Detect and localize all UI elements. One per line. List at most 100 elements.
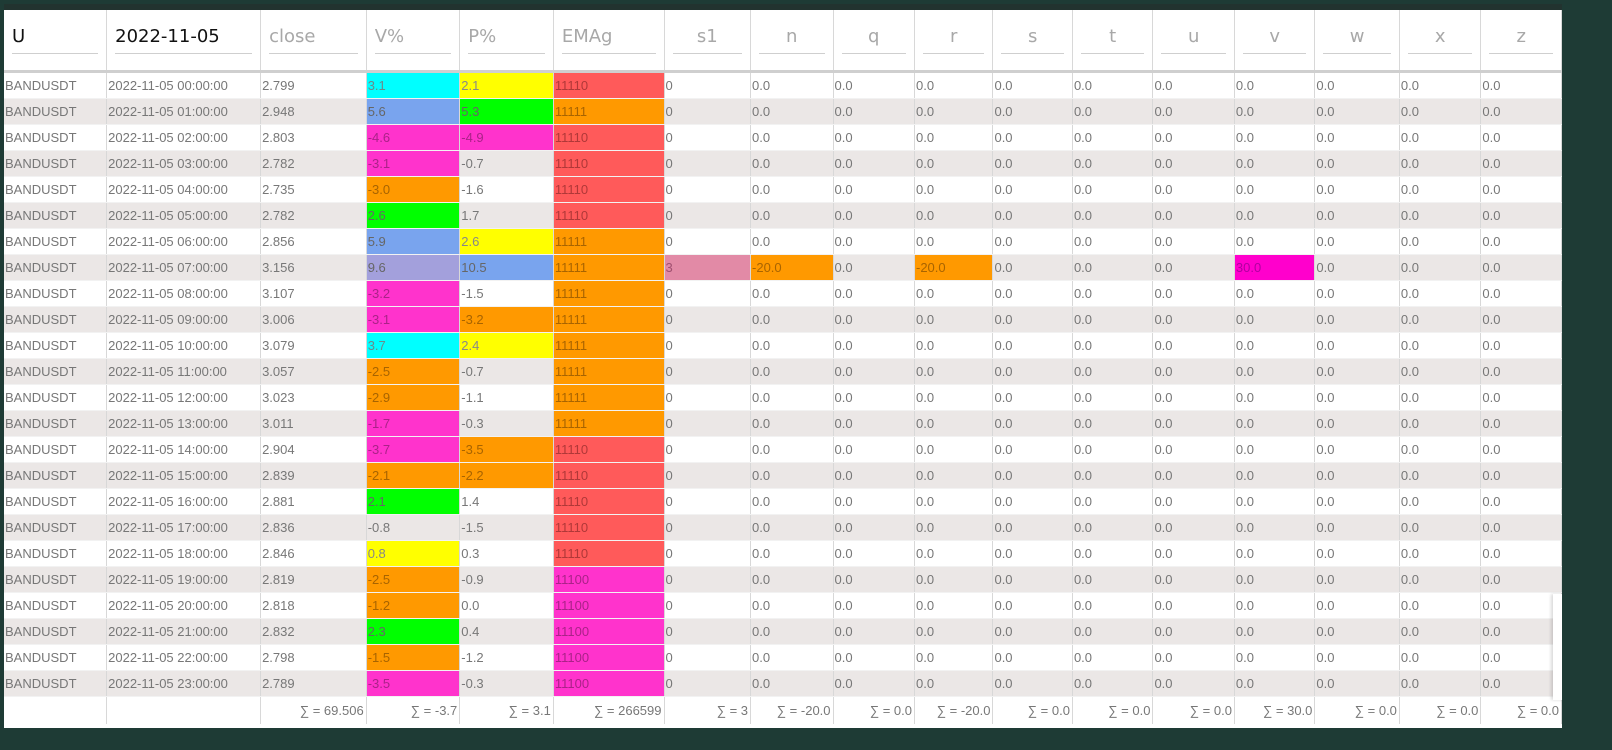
column-header[interactable]: t	[1072, 10, 1154, 73]
table-cell: 0	[664, 488, 752, 515]
table-row[interactable]: BANDUSDT 2022-11-05 22:00:00 2.798 -1.5 -1.2…	[4, 644, 1562, 671]
table-cell: 0.0	[833, 436, 916, 463]
table-row[interactable]: BANDUSDT 2022-11-05 10:00:00 3.079 3.7 2.4 11…	[4, 332, 1562, 359]
table-cell: 0.0	[992, 306, 1073, 333]
table-row[interactable]: BANDUSDT 2022-11-05 23:00:00 2.789 -3.5 -0.3…	[4, 670, 1562, 697]
table-cell: 2.799	[260, 71, 367, 99]
total-cell: ∑ = -20.0	[750, 696, 834, 724]
table-row[interactable]: BANDUSDT 2022-11-05 01:00:00 2.948 5.6 5.3 11…	[4, 98, 1562, 125]
column-header[interactable]: EMAg	[553, 10, 665, 73]
table-cell: 2022-11-05 23:00:00	[106, 670, 262, 697]
table-cell: 0.0	[914, 618, 994, 645]
table-cell: -2.5	[366, 358, 461, 385]
table-row[interactable]: BANDUSDT 2022-11-05 17:00:00 2.836 -0.8 -1.5…	[4, 514, 1562, 541]
total-cell: ∑ = 30.0	[1234, 696, 1316, 724]
totals-row: ∑ = 69.506 ∑ = -3.7 ∑ = 3.1 ∑ = 266599 ∑ = 3…	[4, 696, 1562, 724]
column-header[interactable]: w	[1314, 10, 1400, 73]
table-row[interactable]: BANDUSDT 2022-11-05 03:00:00 2.782 -3.1 -0.7…	[4, 150, 1562, 177]
table-cell: 0	[664, 514, 752, 541]
table-cell: 0.0	[914, 228, 994, 255]
table-row[interactable]: BANDUSDT 2022-11-05 11:00:00 3.057 -2.5 -0.7…	[4, 358, 1562, 385]
table-cell: 0	[664, 202, 752, 229]
column-header[interactable]: V%	[366, 10, 461, 73]
table-cell: 0.0	[750, 566, 834, 593]
table-cell: 3.011	[260, 410, 367, 437]
column-header[interactable]: U	[4, 10, 108, 73]
table-cell: 2022-11-05 18:00:00	[106, 540, 262, 567]
total-cell: ∑ = 0.0	[1072, 696, 1154, 724]
column-header-label: EMAg	[561, 26, 656, 54]
table-row[interactable]: BANDUSDT 2022-11-05 07:00:00 3.156 9.6 10.5 1…	[4, 254, 1562, 281]
table-cell: BANDUSDT	[4, 384, 108, 411]
table-row[interactable]: BANDUSDT 2022-11-05 20:00:00 2.818 -1.2 0.0 1…	[4, 592, 1562, 619]
table-cell: 2022-11-05 12:00:00	[106, 384, 262, 411]
table-cell: 0.0	[750, 436, 834, 463]
table-cell: 0.0	[914, 124, 994, 151]
table-cell: 0.0	[750, 592, 834, 619]
table-cell: 0.0	[1399, 410, 1482, 437]
table-row[interactable]: BANDUSDT 2022-11-05 02:00:00 2.803 -4.6 -4.9…	[4, 124, 1562, 151]
table-cell: 0.0	[1072, 488, 1154, 515]
column-header[interactable]: z	[1480, 10, 1562, 73]
table-row[interactable]: BANDUSDT 2022-11-05 12:00:00 3.023 -2.9 -1.1…	[4, 384, 1562, 411]
column-header[interactable]: close	[260, 10, 367, 73]
table-row[interactable]: BANDUSDT 2022-11-05 05:00:00 2.782 2.6 1.7 11…	[4, 202, 1562, 229]
table-cell: 2022-11-05 17:00:00	[106, 514, 262, 541]
column-header[interactable]: v	[1234, 10, 1316, 73]
table-cell: 2022-11-05 05:00:00	[106, 202, 262, 229]
table-cell: 0.0	[1072, 384, 1154, 411]
table-cell: 0.0	[1152, 228, 1235, 255]
table-row[interactable]: BANDUSDT 2022-11-05 08:00:00 3.107 -3.2 -1.5…	[4, 280, 1562, 307]
table-cell: 2022-11-05 13:00:00	[106, 410, 262, 437]
table-cell: 3.079	[260, 332, 367, 359]
table-row[interactable]: BANDUSDT 2022-11-05 18:00:00 2.846 0.8 0.3 11…	[4, 540, 1562, 567]
table-row[interactable]: BANDUSDT 2022-11-05 04:00:00 2.735 -3.0 -1.6…	[4, 176, 1562, 203]
table-cell: 0.0	[1152, 254, 1235, 281]
table-cell: 0.0	[1399, 202, 1482, 229]
table-cell: 0.0	[1399, 592, 1482, 619]
table-cell: 2.904	[260, 436, 367, 463]
table-cell: 0.0	[1480, 644, 1562, 671]
table-cell: 0.0	[750, 540, 834, 567]
table-row[interactable]: BANDUSDT 2022-11-05 14:00:00 2.904 -3.7 -3.5…	[4, 436, 1562, 463]
table-cell: 0.0	[1480, 410, 1562, 437]
table-cell: 0.0	[1314, 332, 1400, 359]
column-header[interactable]: P%	[459, 10, 554, 73]
table-cell: 3.156	[260, 254, 367, 281]
table-cell: 0.0	[1152, 98, 1235, 125]
table-cell: 2.798	[260, 644, 367, 671]
column-header[interactable]: u	[1152, 10, 1235, 73]
table-cell: 0.0	[1314, 618, 1400, 645]
column-header[interactable]: 2022-11-05	[106, 10, 262, 73]
table-cell: 0.0	[833, 618, 916, 645]
table-cell: 0.0	[992, 202, 1073, 229]
table-cell: 2022-11-05 03:00:00	[106, 150, 262, 177]
column-header[interactable]: r	[914, 10, 994, 73]
table-cell: 0.0	[750, 384, 834, 411]
table-row[interactable]: BANDUSDT 2022-11-05 13:00:00 3.011 -1.7 -0.3…	[4, 410, 1562, 437]
table-cell: 0.0	[833, 332, 916, 359]
table-cell: 0	[664, 410, 752, 437]
table-row[interactable]: BANDUSDT 2022-11-05 06:00:00 2.856 5.9 2.6 11…	[4, 228, 1562, 255]
table-row[interactable]: BANDUSDT 2022-11-05 16:00:00 2.881 2.1 1.4 11…	[4, 488, 1562, 515]
table-row[interactable]: BANDUSDT 2022-11-05 15:00:00 2.839 -2.1 -2.2…	[4, 462, 1562, 489]
column-header[interactable]: x	[1399, 10, 1482, 73]
table-cell: BANDUSDT	[4, 124, 108, 151]
column-header[interactable]: q	[833, 10, 916, 73]
table-cell: 0.0	[1234, 280, 1316, 307]
column-header[interactable]: n	[750, 10, 834, 73]
table-cell: -1.5	[366, 644, 461, 671]
table-row[interactable]: BANDUSDT 2022-11-05 19:00:00 2.819 -2.5 -0.9…	[4, 566, 1562, 593]
table-cell: 0	[664, 228, 752, 255]
table-row[interactable]: BANDUSDT 2022-11-05 09:00:00 3.006 -3.1 -3.2…	[4, 306, 1562, 333]
table-cell: 0.0	[914, 384, 994, 411]
column-header[interactable]: s1	[664, 10, 752, 73]
table-cell: 0.0	[1399, 280, 1482, 307]
table-row[interactable]: BANDUSDT 2022-11-05 00:00:00 2.799 3.1 2.1 11…	[4, 71, 1562, 99]
table-row[interactable]: BANDUSDT 2022-11-05 21:00:00 2.832 2.3 0.4 11…	[4, 618, 1562, 645]
table-cell: -3.1	[366, 150, 461, 177]
table-cell: 0.0	[1399, 358, 1482, 385]
column-header[interactable]: s	[992, 10, 1073, 73]
table-cell: BANDUSDT	[4, 228, 108, 255]
table-cell: 11111	[553, 254, 665, 281]
